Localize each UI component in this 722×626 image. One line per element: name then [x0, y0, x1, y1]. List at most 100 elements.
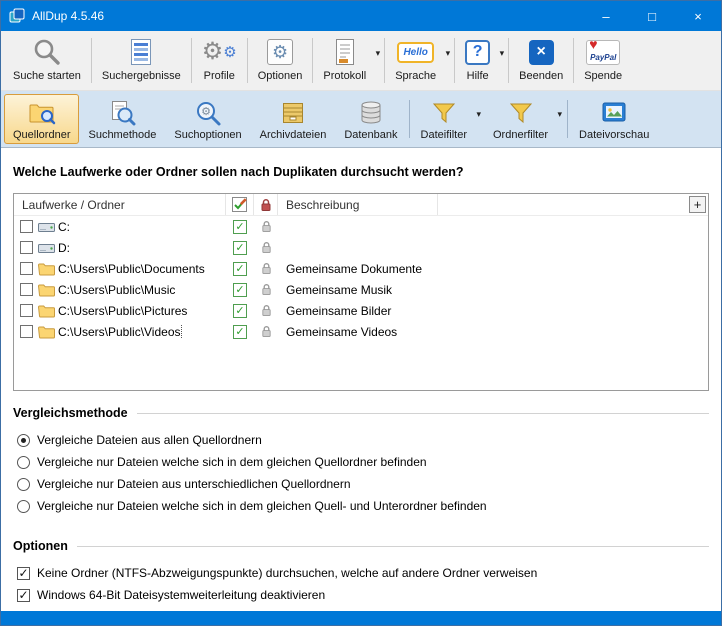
option-ntfs-junctions[interactable]: ✓ Keine Ordner (NTFS-Abzweigungspunkte) … [17, 562, 709, 584]
start-search-button[interactable]: Suche starten [4, 33, 90, 88]
radio-label: Vergleiche nur Dateien aus unterschiedli… [37, 477, 351, 491]
method-option-different-sources[interactable]: Vergleiche nur Dateien aus unterschiedli… [17, 473, 709, 495]
toolbar-separator [312, 38, 313, 83]
dropdown-arrow-icon[interactable]: ▾ [476, 109, 481, 120]
radio-button[interactable] [17, 500, 30, 513]
document-icon [332, 36, 358, 68]
row-path: C:\Users\Public\Pictures [58, 304, 226, 318]
nav-button-quellordner[interactable]: Quellordner [4, 94, 79, 144]
add-column-button[interactable]: + [689, 196, 706, 213]
radio-button[interactable] [17, 456, 30, 469]
options-button[interactable]: ⚙ Optionen [249, 33, 312, 88]
nav-button-archivdateien[interactable]: Archivdateien [251, 94, 336, 144]
button-label: Hilfe [467, 70, 489, 82]
enabled-check-icon[interactable]: ✓ [233, 283, 247, 297]
titlebar: AllDup 4.5.46 – □ × [1, 1, 721, 31]
dropdown-arrow-icon[interactable]: ▾ [446, 48, 451, 59]
group-title: Optionen [13, 539, 68, 553]
drive-icon [38, 220, 58, 234]
row-path: C:\Users\Public\Videos [58, 325, 226, 339]
nav-button-suchoptionen[interactable]: ⚙ Suchoptionen [165, 94, 250, 144]
row-select-checkbox[interactable] [20, 220, 33, 233]
method-option-all-sources[interactable]: Vergleiche Dateien aus allen Quellordner… [17, 429, 709, 451]
search-results-button[interactable]: Suchergebnisse [93, 33, 190, 88]
table-row[interactable]: C:\Users\Public\Music ✓ Gemeinsame Musik [14, 279, 708, 300]
nav-button-dateifilter[interactable]: Dateifilter ▾ [412, 94, 484, 144]
gear-box-icon: ⚙ [267, 36, 293, 68]
search-icon [32, 36, 62, 68]
enabled-check-icon[interactable]: ✓ [233, 241, 247, 255]
source-folder-icon [28, 98, 56, 127]
nav-button-dateivorschau[interactable]: Dateivorschau [570, 94, 658, 144]
donate-button[interactable]: ♥PayPal Spende [575, 33, 631, 88]
table-row[interactable]: C:\Users\Public\Pictures ✓ Gemeinsame Bi… [14, 300, 708, 321]
radio-button[interactable] [17, 478, 30, 491]
toolbar-separator [508, 38, 509, 83]
help-button[interactable]: ? Hilfe ▾ [456, 33, 507, 88]
row-description: Gemeinsame Musik [278, 283, 708, 297]
red-lock-icon [260, 198, 272, 212]
nav-button-datenbank[interactable]: Datenbank [335, 94, 406, 144]
results-list-icon [127, 36, 155, 68]
row-select-checkbox[interactable] [20, 325, 33, 338]
enabled-check-icon[interactable]: ✓ [233, 325, 247, 339]
row-select-checkbox[interactable] [20, 304, 33, 317]
option-disable-fs-redirection[interactable]: ✓ Windows 64-Bit Dateisystemweiterleitun… [17, 584, 709, 606]
column-header-description[interactable]: Beschreibung [278, 194, 438, 215]
lock-icon[interactable] [254, 283, 278, 296]
button-label: Optionen [258, 70, 303, 82]
settings-nav-toolbar: Quellordner Suchmethode ⚙ Suchoptionen A… [1, 91, 721, 148]
row-select-checkbox[interactable] [20, 241, 33, 254]
exit-button[interactable]: × Beenden [510, 33, 572, 88]
button-label: Archivdateien [260, 129, 327, 141]
row-select-checkbox[interactable] [20, 283, 33, 296]
enabled-check-icon[interactable]: ✓ [233, 220, 247, 234]
table-row[interactable]: C:\Users\Public\Documents ✓ Gemeinsame D… [14, 258, 708, 279]
lock-icon[interactable] [254, 325, 278, 338]
button-label: Suchoptionen [174, 129, 241, 141]
group-rule [77, 546, 709, 547]
nav-button-suchmethode[interactable]: Suchmethode [79, 94, 165, 144]
checkbox-checked[interactable]: ✓ [17, 589, 30, 602]
group-title: Vergleichsmethode [13, 406, 128, 420]
dropdown-arrow-icon[interactable]: ▾ [500, 48, 505, 59]
button-label: Ordnerfilter [493, 129, 548, 141]
toolbar-separator [91, 38, 92, 83]
lock-icon[interactable] [254, 241, 278, 254]
button-label: Beenden [519, 70, 563, 82]
dropdown-arrow-icon[interactable]: ▾ [558, 109, 563, 120]
maximize-button[interactable]: □ [629, 1, 675, 31]
dropdown-arrow-icon[interactable]: ▾ [376, 48, 381, 59]
lock-icon[interactable] [254, 262, 278, 275]
file-filter-funnel-icon [430, 98, 458, 127]
enabled-check-icon[interactable]: ✓ [233, 304, 247, 318]
table-row[interactable]: C:\Users\Public\Videos ✓ Gemeinsame Vide… [14, 321, 708, 342]
language-button[interactable]: Hello Sprache ▾ [386, 33, 453, 88]
checkbox-label: Keine Ordner (NTFS-Abzweigungspunkte) du… [37, 566, 537, 580]
gears-icon: ⚙⚙ [202, 36, 237, 68]
toolbar-separator [247, 38, 248, 83]
method-option-same-source[interactable]: Vergleiche nur Dateien welche sich in de… [17, 451, 709, 473]
column-header-path[interactable]: Laufwerke / Ordner [14, 194, 226, 215]
row-path: C: [58, 220, 226, 234]
table-row[interactable]: D: ✓ [14, 237, 708, 258]
folder-icon [38, 262, 58, 276]
lock-icon[interactable] [254, 220, 278, 233]
nav-button-ordnerfilter[interactable]: Ordnerfilter ▾ [484, 94, 565, 144]
window-title: AllDup 4.5.46 [32, 9, 583, 23]
row-path: D: [58, 241, 226, 255]
enabled-check-icon[interactable]: ✓ [233, 262, 247, 276]
minimize-button[interactable]: – [583, 1, 629, 31]
profiles-button[interactable]: ⚙⚙ Profile [193, 33, 246, 88]
status-bar [1, 611, 721, 625]
close-button[interactable]: × [675, 1, 721, 31]
row-select-checkbox[interactable] [20, 262, 33, 275]
checkbox-checked[interactable]: ✓ [17, 567, 30, 580]
column-header-locked[interactable] [254, 194, 278, 215]
column-header-enabled[interactable] [226, 194, 254, 215]
table-row[interactable]: C: ✓ [14, 216, 708, 237]
method-option-same-source-subfolder[interactable]: Vergleiche nur Dateien welche sich in de… [17, 495, 709, 517]
radio-button[interactable] [17, 434, 30, 447]
lock-icon[interactable] [254, 304, 278, 317]
protocol-button[interactable]: Protokoll ▾ [314, 33, 383, 88]
